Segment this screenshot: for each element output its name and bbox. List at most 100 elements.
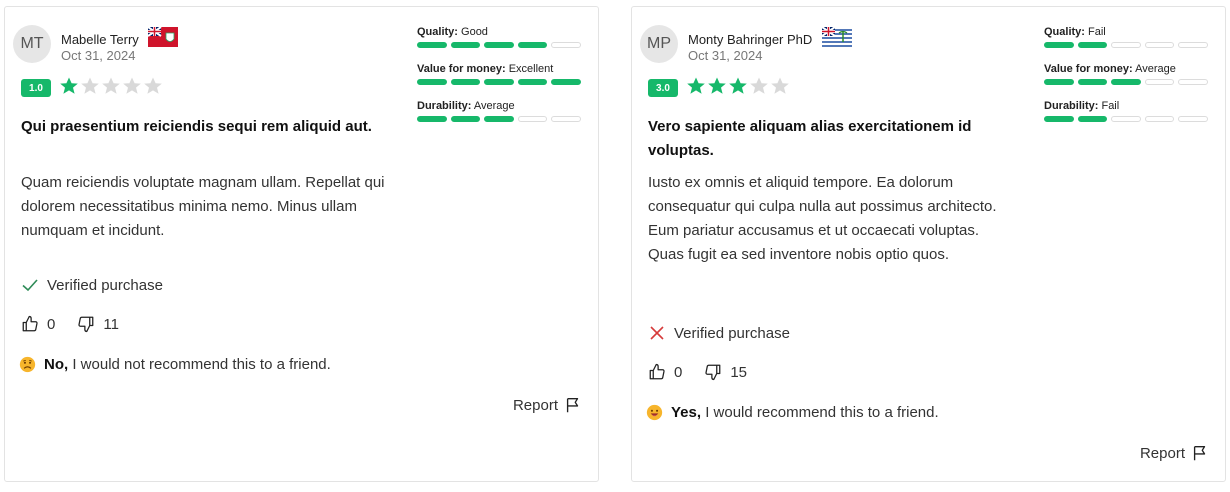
author-name: Monty Bahringer PhD [688,27,852,47]
metric-segment [484,116,514,122]
recommend-text: No, I would not recommend this to a frie… [44,356,331,373]
unhelpful-count: 11 [103,315,119,333]
metric-segment [450,42,481,48]
metric-segment [517,79,548,85]
vote-controls: 0 11 [21,315,141,333]
star-icon [102,77,120,94]
british-indian-ocean-territory-flag-icon [821,27,852,47]
metric-durability: Durability: Average [417,99,583,122]
recommend-sentence: I would not recommend this to a friend. [68,356,331,373]
metric-segment [1077,116,1108,122]
check-icon [22,279,38,292]
star-icon [144,77,162,94]
metric-segment [450,79,481,85]
helpful-count: 0 [674,363,683,381]
metric-label: Value for money: [1044,63,1133,75]
recommendation: Yes, I would recommend this to a friend. [646,404,939,421]
metric-segment [1144,79,1175,85]
review-date: Oct 31, 2024 [61,48,136,63]
report-label: Report [512,396,558,414]
metric-bar [1044,42,1210,48]
star-icon [729,77,747,94]
metric-quality: Quality: Fail [1044,25,1210,48]
metric-bar [417,116,583,122]
cross-icon [650,326,664,340]
metric-segment [1178,42,1208,48]
metric-segment [450,116,481,122]
helpful-button[interactable]: 0 [21,315,55,333]
recommend-text: Yes, I would recommend this to a friend. [671,404,939,421]
metric-value-for-money: Value for money: Average [1044,62,1210,85]
report-label: Report [1139,444,1185,462]
star-icon [687,77,705,94]
rating-score-badge: 3.0 [648,79,678,97]
review-body: Iusto ex omnis et aliquid tempore. Ea do… [648,174,997,263]
flag-icon [566,398,579,413]
thumbs-down-icon [78,316,94,333]
flag-icon [1193,446,1206,461]
metric-durability: Durability: Fail [1044,99,1210,122]
unhelpful-count: 15 [730,363,748,381]
verified-label: Verified purchase [47,276,163,294]
metric-segment [1111,42,1141,48]
rating-score-badge: 1.0 [21,79,51,97]
review-card: MT Mabelle Terry Oct 31, 2024 1.0 Qui pr… [4,6,599,482]
avatar: MT [13,25,51,63]
metric-segment [1077,42,1108,48]
metric-segment [1044,116,1074,122]
metric-segment [1077,79,1108,85]
review-card: MP Monty Bahringer PhD Oct 31, 2024 3.0 … [631,6,1226,482]
metric-label: Quality: [1044,26,1085,38]
helpful-button[interactable]: 0 [648,363,682,381]
star-icon [750,77,768,94]
metric-segment [1111,79,1141,85]
metric-value: Fail [1101,100,1120,112]
metric-label: Durability: [1044,100,1099,112]
metric-segment [551,79,581,85]
sad-face-emoji [19,356,36,373]
metrics-panel: Quality: Good Value for money: Excellent… [417,25,583,136]
happy-face-emoji [646,404,663,421]
recommend-sentence: I would recommend this to a friend. [701,404,939,421]
star-rating [686,76,790,96]
unhelpful-button[interactable]: 11 [77,315,119,333]
metric-segment [417,79,447,85]
metric-value: Average [473,100,515,112]
star-icon [123,77,141,94]
report-button[interactable]: Report [1140,444,1209,462]
verified-purchase: Verified purchase [648,324,790,342]
author-name: Mabelle Terry [61,27,179,47]
report-button[interactable]: Report [513,396,582,414]
metric-bar [417,42,583,48]
bermuda-flag-icon [148,27,179,47]
metric-bar [1044,116,1210,122]
metric-segment [417,116,447,122]
metric-segment [484,42,514,48]
metric-value: Average [1135,63,1176,75]
recommendation: No, I would not recommend this to a frie… [19,356,331,373]
star-icon [771,77,789,94]
star-icon [708,77,726,94]
unhelpful-button[interactable]: 15 [704,363,747,381]
thumbs-up-icon [649,363,665,380]
metric-segment [517,116,548,122]
star-icon [60,77,78,94]
metric-segment [1044,42,1074,48]
metric-segment [1178,116,1208,122]
metric-label: Durability: [417,100,472,112]
review-title: Vero sapiente aliquam alias exercitation… [648,118,972,159]
metric-segment [1144,42,1175,48]
metric-label: Value for money: [417,63,506,75]
avatar: MP [640,25,678,63]
star-icon [81,77,99,94]
recommend-answer: Yes, [671,404,702,421]
helpful-count: 0 [47,315,56,333]
review-body: Quam reiciendis voluptate magnam ullam. … [21,174,385,239]
metric-segment [1111,116,1141,122]
metric-segment [1144,116,1175,122]
thumbs-up-icon [22,315,38,332]
metric-value: Fail [1088,26,1106,38]
verified-label: Verified purchase [674,324,790,342]
metric-segment [551,42,581,48]
author-name-text: Mabelle Terry [61,32,139,47]
